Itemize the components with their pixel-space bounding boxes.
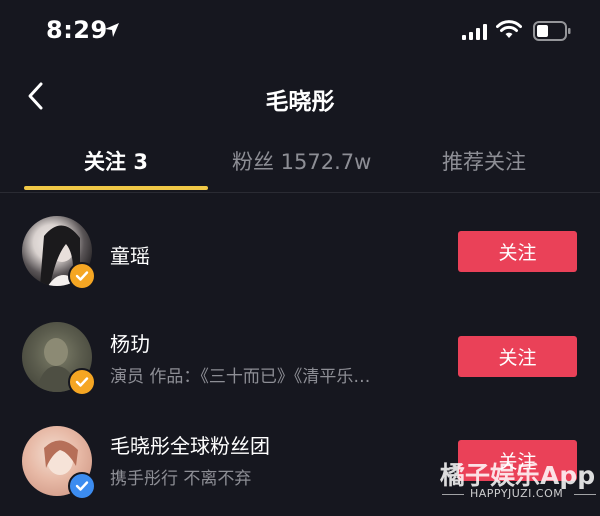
tab-followers[interactable]: 粉丝 1572.7w bbox=[232, 146, 371, 176]
nav-bar: 毛晓彤 bbox=[0, 62, 600, 130]
user-name[interactable]: 童瑶 bbox=[110, 240, 150, 269]
verified-badge-icon bbox=[68, 472, 96, 500]
user-description: 携手彤行 不离不弃 bbox=[110, 469, 252, 489]
follow-button[interactable]: 关注 bbox=[458, 231, 577, 272]
watermark-divider bbox=[442, 494, 464, 495]
tab-following[interactable]: 关注 3 bbox=[0, 146, 232, 176]
watermark-url: HAPPYJUZI.COM bbox=[470, 487, 564, 500]
status-time: 8:29 bbox=[46, 16, 108, 44]
list-item[interactable]: 杨玏 演员 作品：《三十而已》《清平乐… 关注 bbox=[0, 310, 600, 410]
status-bar: 8:29 bbox=[0, 0, 600, 62]
watermark-divider bbox=[574, 494, 596, 495]
tab-bar: 关注 3 粉丝 1572.7w 推荐关注 bbox=[0, 134, 600, 193]
signal-icon bbox=[462, 24, 487, 40]
user-name[interactable]: 毛晓彤全球粉丝团 bbox=[110, 430, 270, 459]
follow-button[interactable]: 关注 bbox=[458, 336, 577, 377]
location-arrow-icon bbox=[105, 23, 119, 37]
user-description: 演员 作品：《三十而已》《清平乐… bbox=[110, 367, 371, 387]
page-title: 毛晓彤 bbox=[265, 89, 335, 115]
user-name[interactable]: 杨玏 bbox=[110, 328, 150, 357]
list-item[interactable]: 童瑶 关注 bbox=[0, 206, 600, 306]
battery-icon bbox=[533, 21, 571, 41]
watermark: 橘子娱乐App HAPPYJUZI.COM bbox=[424, 452, 600, 514]
active-tab-indicator bbox=[24, 186, 208, 190]
verified-badge-icon bbox=[68, 262, 96, 290]
verified-badge-icon bbox=[68, 368, 96, 396]
wifi-icon bbox=[496, 20, 522, 38]
tab-recommended[interactable]: 推荐关注 bbox=[368, 146, 600, 176]
